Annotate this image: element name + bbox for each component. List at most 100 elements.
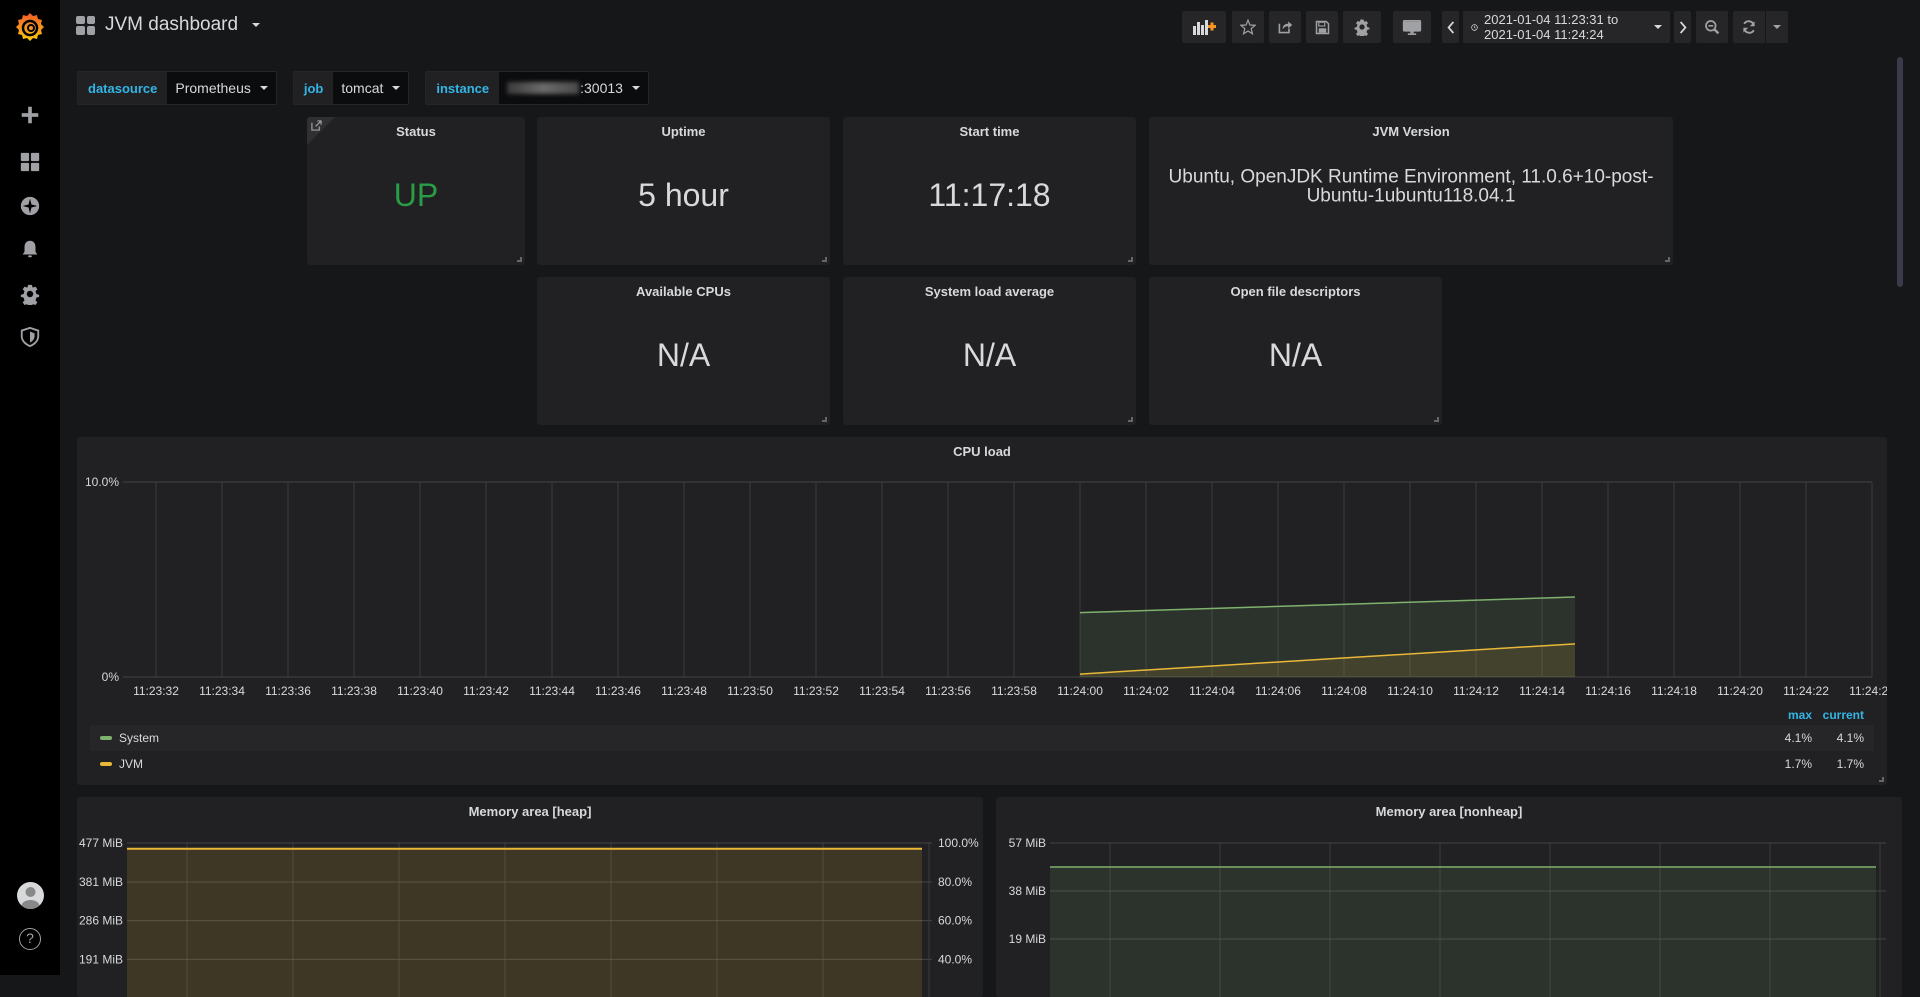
x-tick-label: 11:23:48 xyxy=(661,684,707,698)
variable-instance: instance :30013 xyxy=(425,71,649,105)
y-right-tick-label: 80.0% xyxy=(938,875,972,889)
shield-icon[interactable] xyxy=(18,325,42,349)
monitor-icon xyxy=(1402,19,1422,35)
clock-icon xyxy=(1471,23,1478,31)
resize-handle[interactable] xyxy=(1879,777,1884,782)
panel-title[interactable]: JVM Version xyxy=(1149,124,1673,139)
legend-name[interactable]: System xyxy=(119,731,1760,745)
x-tick-label: 11:24:22 xyxy=(1783,684,1829,698)
y-right-tick-label: 40.0% xyxy=(938,952,972,966)
legend-header-max[interactable]: max xyxy=(1760,708,1812,722)
x-tick-label: 11:23:34 xyxy=(199,684,245,698)
y-tick-label: 38 MiB xyxy=(1009,884,1046,898)
dashboards-icon[interactable] xyxy=(18,150,42,174)
dashboard-grid-icon xyxy=(76,15,95,35)
dashboard-settings-button[interactable] xyxy=(1343,11,1381,43)
resize-handle[interactable] xyxy=(1434,417,1439,422)
resize-handle[interactable] xyxy=(822,257,827,262)
resize-handle[interactable] xyxy=(1665,257,1670,262)
star-button[interactable] xyxy=(1232,11,1264,43)
panel-title[interactable]: Status xyxy=(307,124,525,139)
resize-handle[interactable] xyxy=(1128,417,1133,422)
legend-max: 4.1% xyxy=(1784,731,1812,745)
caret-down-icon xyxy=(1654,25,1662,29)
refresh-icon xyxy=(1743,20,1755,34)
stat-value-open-fds: N/A xyxy=(1268,336,1323,373)
x-tick-label: 11:24:02 xyxy=(1123,684,1169,698)
x-tick-label: 11:24:04 xyxy=(1189,684,1235,698)
tv-mode-button[interactable] xyxy=(1393,11,1431,43)
save-icon xyxy=(1315,20,1329,34)
dashboard-title-picker[interactable]: JVM dashboard xyxy=(76,14,261,36)
time-back-button[interactable] xyxy=(1442,11,1459,43)
refresh-button[interactable] xyxy=(1733,11,1765,43)
legend-header-current[interactable]: current xyxy=(1812,708,1864,722)
caret-down-icon xyxy=(259,86,268,90)
top-navbar: JVM dashboard 2021-01-04 11:23:31 to 202… xyxy=(60,0,1920,55)
star-icon xyxy=(1240,19,1256,35)
x-tick-label: 11:24:24 xyxy=(1849,684,1887,698)
stat-value-uptime: 5 hour xyxy=(638,176,729,213)
series-area-nonheap xyxy=(1050,867,1876,997)
gear-icon[interactable] xyxy=(18,282,42,306)
y-tick-label: 286 MiB xyxy=(79,914,123,928)
y-tick-label: 477 MiB xyxy=(79,836,123,850)
legend-current: 4.1% xyxy=(1836,731,1864,745)
add-panel-button[interactable] xyxy=(1182,11,1226,43)
caret-down-icon xyxy=(392,86,401,90)
panel-title[interactable]: Available CPUs xyxy=(537,284,830,299)
page-scrollbar[interactable] xyxy=(1897,57,1903,287)
legend-item-jvm[interactable]: JVM 1.7% 1.7% xyxy=(90,751,1874,777)
legend-current: 1.7% xyxy=(1836,757,1864,771)
redacted-host xyxy=(507,82,580,94)
zoom-out-button[interactable] xyxy=(1696,11,1728,43)
save-button[interactable] xyxy=(1306,11,1338,43)
user-avatar[interactable] xyxy=(17,882,44,909)
grafana-logo-icon[interactable] xyxy=(12,10,48,46)
memory-nonheap-chart[interactable]: 19 MiB 38 MiB 57 MiB xyxy=(996,797,1902,997)
variable-instance-select[interactable]: :30013 xyxy=(499,71,649,105)
help-icon[interactable]: ? xyxy=(19,928,41,950)
variable-datasource: datasource Prometheus xyxy=(77,71,277,105)
chevron-right-icon xyxy=(1679,20,1687,34)
memory-heap-chart[interactable]: 191 MiB 40.0% 286 MiB 60.0% 381 MiB 80.0% 477 … xyxy=(77,797,983,997)
time-forward-button[interactable] xyxy=(1674,11,1691,43)
time-range-picker[interactable]: 2021-01-04 11:23:31 to 2021-01-04 11:24:… xyxy=(1463,11,1670,43)
x-tick-label: 11:24:12 xyxy=(1453,684,1499,698)
panel-jvm-version: JVM Version Ubuntu, OpenJDK Runtime Envi… xyxy=(1149,117,1673,265)
x-tick-label: 11:24:20 xyxy=(1717,684,1763,698)
resize-handle[interactable] xyxy=(1128,257,1133,262)
x-tick-label: 11:24:06 xyxy=(1255,684,1301,698)
legend-name[interactable]: JVM xyxy=(119,757,1760,771)
variable-label: datasource xyxy=(77,71,168,105)
panel-title[interactable]: System load average xyxy=(843,284,1136,299)
legend-swatch-system[interactable] xyxy=(100,736,112,740)
variable-job: job tomcat xyxy=(292,71,410,105)
variable-job-select[interactable]: tomcat xyxy=(333,71,410,105)
resize-handle[interactable] xyxy=(517,257,522,262)
x-tick-label: 11:23:52 xyxy=(793,684,839,698)
compass-icon[interactable] xyxy=(18,194,42,218)
share-button[interactable] xyxy=(1269,11,1301,43)
cpu-load-chart[interactable]: 11:23:32 11:23:34 11:23:36 11:23:38 11:23:40… xyxy=(77,437,1887,707)
y-tick-label: 10.0% xyxy=(85,475,119,489)
legend-item-system[interactable]: System 4.1% 4.1% xyxy=(90,725,1874,751)
refresh-interval-picker[interactable] xyxy=(1766,11,1788,43)
variable-datasource-select[interactable]: Prometheus xyxy=(167,71,277,105)
panel-title[interactable]: Uptime xyxy=(537,124,830,139)
y-tick-label: 19 MiB xyxy=(1009,932,1046,946)
panel-title[interactable]: Open file descriptors xyxy=(1149,284,1442,299)
stat-value-jvm-version: Ubuntu, OpenJDK Runtime Environment, 11.… xyxy=(1168,166,1654,207)
y-tick-label: 191 MiB xyxy=(79,952,123,966)
panel-title[interactable]: Start time xyxy=(843,124,1136,139)
legend-max: 1.7% xyxy=(1784,757,1812,771)
y-tick-label: 0% xyxy=(102,670,120,684)
bell-icon[interactable] xyxy=(18,237,42,261)
plus-icon[interactable] xyxy=(18,103,42,127)
sidebar: ? xyxy=(0,0,60,975)
legend-swatch-jvm[interactable] xyxy=(100,762,112,766)
resize-handle[interactable] xyxy=(822,417,827,422)
panel-start-time: Start time 11:17:18 xyxy=(843,117,1136,265)
cpu-legend: max current System 4.1% 4.1% JVM 1.7% 1.… xyxy=(90,705,1874,777)
panel-available-cpus: Available CPUs N/A xyxy=(537,277,830,425)
